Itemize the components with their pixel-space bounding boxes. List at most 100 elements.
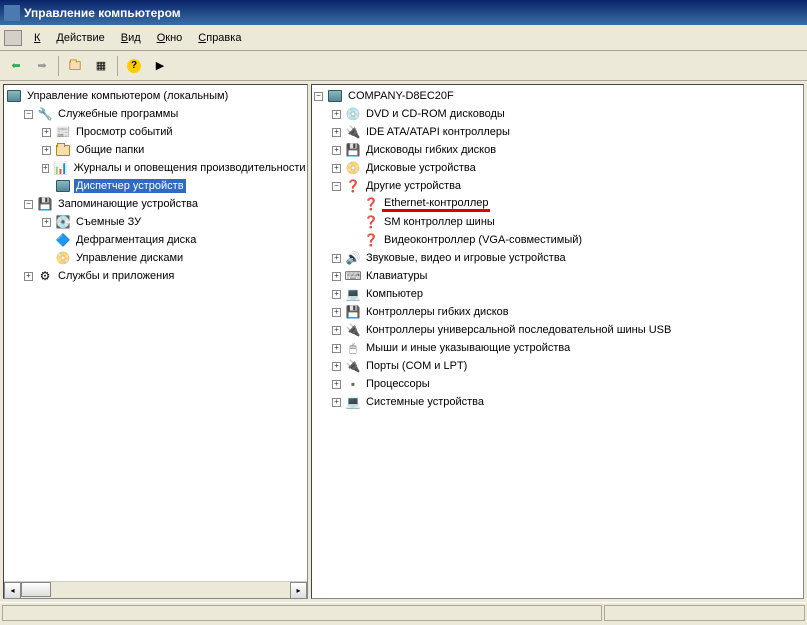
menu-window[interactable]: Окно: [149, 29, 191, 47]
tree-defrag[interactable]: 🔷 Дефрагментация диска: [42, 231, 305, 249]
collapse-icon[interactable]: −: [24, 110, 33, 119]
root-label: Управление компьютером (локальным): [25, 89, 230, 103]
keyboard-icon: ⌨: [345, 268, 361, 284]
keyboard-label: Клавиатуры: [364, 269, 429, 283]
tree-logs-alerts[interactable]: + 📊 Журналы и оповещения производительно…: [42, 159, 305, 177]
expand-icon[interactable]: +: [332, 398, 341, 407]
tree-usb[interactable]: +🔌Контроллеры универсальной последовател…: [332, 321, 801, 339]
expand-icon[interactable]: +: [332, 326, 341, 335]
tree-sm-bus[interactable]: ❓SM контроллер шины: [350, 213, 801, 231]
menu-view[interactable]: Вид: [113, 29, 149, 47]
expand-icon[interactable]: +: [24, 272, 33, 281]
ide-icon: 🔌: [345, 124, 361, 140]
forward-button[interactable]: ➡: [30, 54, 54, 78]
other-devices-label: Другие устройства: [364, 179, 463, 193]
tree-computer[interactable]: + 💻Компьютер: [332, 285, 801, 303]
scroll-right-button[interactable]: ▸: [290, 582, 307, 599]
tree-processors[interactable]: +▪Процессоры: [332, 375, 801, 393]
expand-icon[interactable]: +: [332, 254, 341, 263]
menu-console[interactable]: К: [26, 29, 48, 47]
menu-system-icon[interactable]: [4, 30, 22, 46]
tree-video[interactable]: ❓Видеоконтроллер (VGA-совместимый): [350, 231, 801, 249]
expand-icon[interactable]: +: [42, 218, 51, 227]
views-button[interactable]: ▦: [89, 54, 113, 78]
expand-icon[interactable]: +: [332, 146, 341, 155]
tree-disk-mgmt[interactable]: 📀 Управление дисками: [42, 249, 305, 267]
tree-mice[interactable]: +🖱Мыши и иные указывающие устройства: [332, 339, 801, 357]
tree-device-manager[interactable]: Диспетчер устройств: [42, 177, 305, 195]
folder-up-icon: [69, 61, 80, 70]
floppy-drives-label: Дисководы гибких дисков: [364, 143, 498, 157]
scroll-left-button[interactable]: ◂: [4, 582, 21, 599]
logs-alerts-label: Журналы и оповещения производительности: [72, 161, 308, 175]
expand-icon[interactable]: +: [332, 128, 341, 137]
tree-other-devices[interactable]: −❓Другие устройства: [332, 177, 801, 195]
properties-button[interactable]: ▶: [148, 54, 172, 78]
scroll-thumb[interactable]: [21, 582, 51, 597]
usb-icon: 🔌: [345, 322, 361, 338]
tree-root-computer-mgmt[interactable]: Управление компьютером (локальным): [6, 87, 305, 105]
scroll-track[interactable]: [21, 582, 290, 598]
tree-event-viewer[interactable]: + 📰 Просмотр событий: [42, 123, 305, 141]
expand-icon[interactable]: +: [332, 344, 341, 353]
tree-system-devices[interactable]: +💻Системные устройства: [332, 393, 801, 411]
tree-ide[interactable]: +🔌IDE ATA/ATAPI контроллеры: [332, 123, 801, 141]
tree-system-tools[interactable]: − 🔧 Служебные программы: [24, 105, 305, 123]
right-panel: − COMPANY-D8EC20F +💿DVD и CD-ROM дисково…: [311, 84, 804, 599]
services-icon: ⚙: [37, 268, 53, 284]
expand-icon[interactable]: +: [332, 380, 341, 389]
tree-sound[interactable]: +🔊Звуковые, видео и игровые устройства: [332, 249, 801, 267]
processors-label: Процессоры: [364, 377, 432, 391]
ports-label: Порты (COM и LPT): [364, 359, 469, 373]
expand-icon[interactable]: +: [332, 308, 341, 317]
expand-icon[interactable]: +: [332, 110, 341, 119]
system-tools-label: Служебные программы: [56, 107, 180, 121]
left-scrollbar[interactable]: ◂ ▸: [4, 581, 307, 598]
tree-floppy-drives[interactable]: + 💾Дисководы гибких дисков: [332, 141, 801, 159]
floppy-ctrl-icon: 💾: [345, 304, 361, 320]
mice-label: Мыши и иные указывающие устройства: [364, 341, 572, 355]
tree-services-apps[interactable]: + ⚙ Службы и приложения: [24, 267, 305, 285]
tree-shared-folders[interactable]: + Общие папки: [42, 141, 305, 159]
menu-help[interactable]: Справка: [190, 29, 249, 47]
expand-icon[interactable]: +: [332, 164, 341, 173]
tree-keyboard[interactable]: + ⌨Клавиатуры: [332, 267, 801, 285]
menubar: К Действие Вид Окно Справка: [0, 25, 807, 51]
tree-computer-root[interactable]: − COMPANY-D8EC20F: [314, 87, 801, 105]
tree-floppy-ctrl[interactable]: +💾Контроллеры гибких дисков: [332, 303, 801, 321]
app-icon: [4, 5, 20, 21]
expand-icon[interactable]: +: [42, 164, 49, 173]
collapse-icon[interactable]: −: [24, 200, 33, 209]
titlebar: Управление компьютером: [0, 0, 807, 25]
left-panel: Управление компьютером (локальным) − 🔧 С…: [3, 84, 308, 599]
floppy-icon: 💾: [345, 142, 361, 158]
collapse-icon[interactable]: −: [314, 92, 323, 101]
storage-label: Запоминающие устройства: [56, 197, 200, 211]
help-button[interactable]: ?: [122, 54, 146, 78]
expand-icon[interactable]: +: [332, 362, 341, 371]
tree-storage[interactable]: − 💾 Запоминающие устройства: [24, 195, 305, 213]
computer-cat-label: Компьютер: [364, 287, 425, 301]
storage-icon: 💾: [37, 196, 53, 212]
removable-label: Съемные ЗУ: [74, 215, 143, 229]
tree-ethernet[interactable]: ❓Ethernet-контроллер: [350, 195, 801, 213]
tree-disk-drives[interactable]: +📀Дисковые устройства: [332, 159, 801, 177]
tree-removable[interactable]: + 💽 Съемные ЗУ: [42, 213, 305, 231]
event-viewer-label: Просмотр событий: [74, 125, 175, 139]
dvd-cd-label: DVD и CD-ROM дисководы: [364, 107, 507, 121]
help-icon: ?: [127, 59, 141, 73]
event-icon: 📰: [55, 124, 71, 140]
computer-cat-icon: 💻: [345, 286, 361, 302]
menu-action[interactable]: Действие: [48, 29, 112, 47]
expand-icon[interactable]: +: [332, 272, 341, 281]
back-button[interactable]: ⬅: [4, 54, 28, 78]
expand-icon[interactable]: +: [42, 146, 51, 155]
shared-folders-label: Общие папки: [74, 143, 146, 157]
up-folder-button[interactable]: [63, 54, 87, 78]
expand-icon[interactable]: +: [42, 128, 51, 137]
tree-ports[interactable]: +🔌Порты (COM и LPT): [332, 357, 801, 375]
warning-icon: ❓: [345, 178, 361, 194]
tree-dvd-cd[interactable]: +💿DVD и CD-ROM дисководы: [332, 105, 801, 123]
expand-icon[interactable]: +: [332, 290, 341, 299]
collapse-icon[interactable]: −: [332, 182, 341, 191]
